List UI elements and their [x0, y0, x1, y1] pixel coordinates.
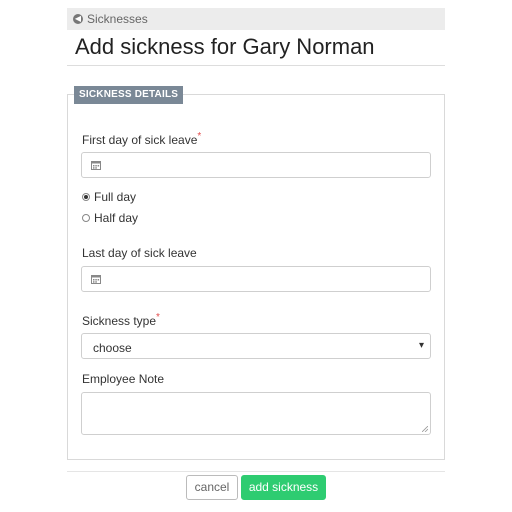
- fieldset-legend: SICKNESS DETAILS: [74, 86, 184, 104]
- cancel-button[interactable]: cancel: [186, 475, 238, 500]
- add-sickness-button[interactable]: add sickness: [241, 475, 326, 500]
- sickness-type-select[interactable]: choose ▾: [81, 333, 431, 359]
- last-day-date-input[interactable]: [81, 266, 431, 292]
- sickness-type-label-text: Sickness type: [82, 314, 157, 328]
- radio-half-day[interactable]: Half day: [82, 211, 138, 225]
- title-divider: [67, 65, 445, 66]
- select-value: choose: [93, 341, 132, 355]
- required-marker: *: [197, 131, 202, 142]
- radio-button[interactable]: [82, 193, 90, 201]
- employee-note-label: Employee Note: [82, 372, 165, 386]
- first-day-label-text: First day of sick leave: [82, 133, 198, 147]
- employee-note-textarea[interactable]: [81, 392, 431, 435]
- page-title: Add sickness for Gary Norman: [75, 34, 375, 59]
- calendar-icon: [91, 161, 101, 170]
- radio-label: Full day: [94, 190, 137, 204]
- resize-grip-icon[interactable]: [422, 426, 428, 432]
- first-day-date-input[interactable]: [81, 152, 431, 178]
- arrow-left-circle-icon: ◀: [73, 14, 83, 24]
- first-day-label: First day of sick leave*: [82, 131, 201, 147]
- radio-label: Half day: [94, 211, 139, 225]
- caret-down-icon: ▾: [418, 340, 424, 351]
- required-marker: *: [156, 312, 160, 323]
- last-day-label: Last day of sick leave: [82, 246, 197, 260]
- radio-full-day[interactable]: Full day: [82, 190, 136, 204]
- calendar-icon: [91, 275, 101, 284]
- breadcrumb[interactable]: ◀ Sicknesses: [67, 8, 445, 30]
- sickness-type-label: Sickness type*: [82, 312, 160, 328]
- footer-divider: [67, 471, 445, 472]
- breadcrumb-link[interactable]: Sicknesses: [87, 12, 148, 26]
- radio-button[interactable]: [82, 214, 90, 222]
